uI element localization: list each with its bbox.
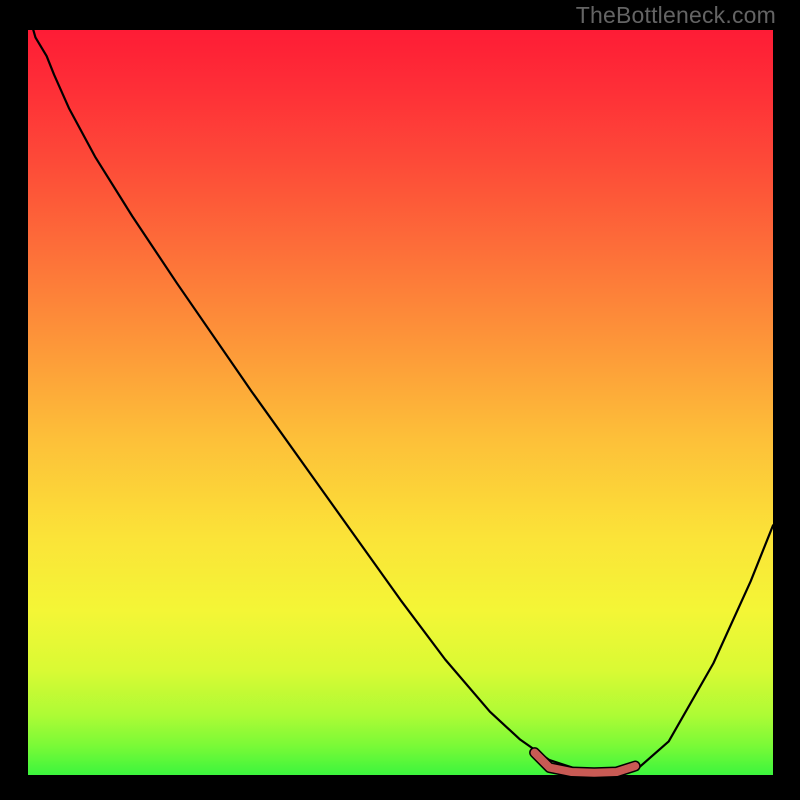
chart-frame: { "watermark": "TheBottleneck.com", "plo… xyxy=(0,0,800,800)
watermark-text: TheBottleneck.com xyxy=(576,2,776,29)
gradient-background xyxy=(28,30,773,775)
bottleneck-chart xyxy=(0,0,800,800)
